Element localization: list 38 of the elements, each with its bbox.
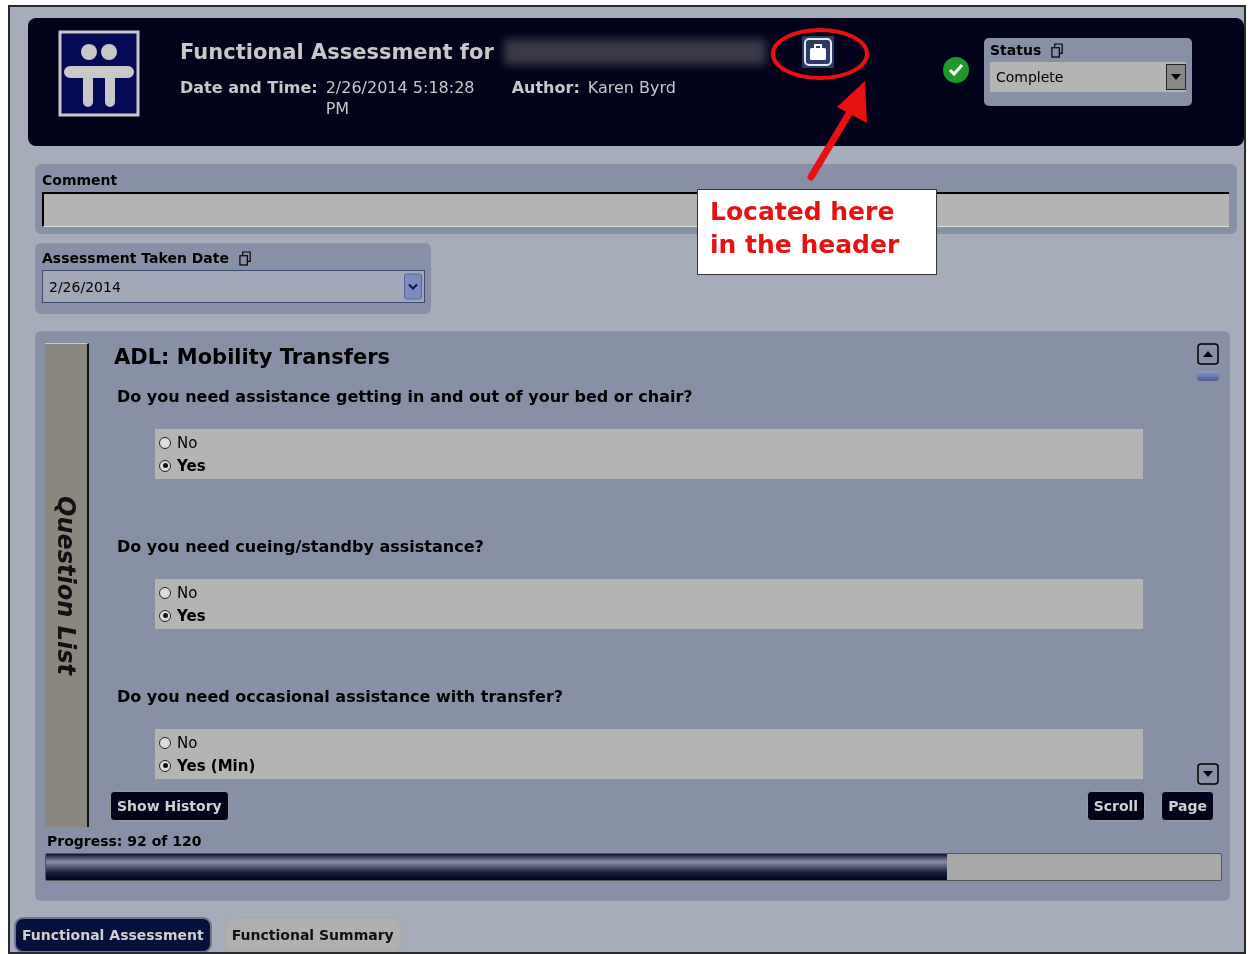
scroll-thumb[interactable] — [1197, 371, 1219, 381]
status-dropdown[interactable]: Complete — [990, 62, 1186, 92]
people-logo-icon — [58, 30, 140, 117]
date-time-label: Date and Time: — [180, 78, 318, 97]
page-button[interactable]: Page — [1161, 791, 1214, 821]
show-history-button[interactable]: Show History — [110, 791, 229, 821]
radio-option[interactable]: Yes (Min) — [159, 754, 1139, 777]
dropdown-arrow-icon — [1171, 74, 1181, 80]
copy-icon[interactable] — [239, 250, 252, 266]
radio-option[interactable]: No — [159, 431, 1139, 454]
tab[interactable]: Functional Assessment — [14, 917, 212, 952]
tab[interactable]: Functional Summary — [223, 917, 402, 952]
radio-option[interactable]: No — [159, 731, 1139, 754]
checkmark-icon — [942, 56, 970, 84]
author-value: Karen Byrd — [587, 78, 676, 97]
scroll-button[interactable]: Scroll — [1086, 791, 1146, 821]
assessment-date-label: Assessment Taken Date — [42, 250, 229, 266]
briefcase-icon[interactable] — [801, 36, 834, 68]
progress-label: Progress: 92 of 120 — [47, 833, 203, 849]
question-list-tab[interactable]: Question List — [45, 343, 89, 827]
section-title: ADL: Mobility Transfers — [114, 345, 391, 369]
question-text: Do you need assistance getting in and out of your bed or chair? — [117, 387, 694, 406]
scroll-down-icon[interactable] — [1197, 763, 1219, 785]
radio-option[interactable]: No — [159, 581, 1139, 604]
chevron-down-icon — [404, 273, 422, 300]
comment-label: Comment — [42, 172, 119, 188]
date-dropdown[interactable]: 2/26/2014 — [42, 270, 425, 303]
radio-option[interactable]: Yes — [159, 604, 1139, 627]
question-text: Do you need occasional assistance with transfer? — [117, 687, 565, 706]
question-text: Do you need cueing/standby assistance? — [117, 537, 485, 556]
scroll-up-icon[interactable] — [1197, 343, 1219, 365]
status-label: Status — [990, 42, 1042, 58]
copy-icon[interactable] — [1051, 42, 1065, 58]
author-label: Author: — [511, 78, 580, 97]
header-title: Functional Assessment for — [180, 40, 494, 64]
callout-tooltip: Located here in the header — [697, 189, 937, 275]
radio-option[interactable]: Yes — [159, 454, 1139, 477]
date-time-value: 2/26/2014 5:18:28 PM — [325, 78, 476, 120]
